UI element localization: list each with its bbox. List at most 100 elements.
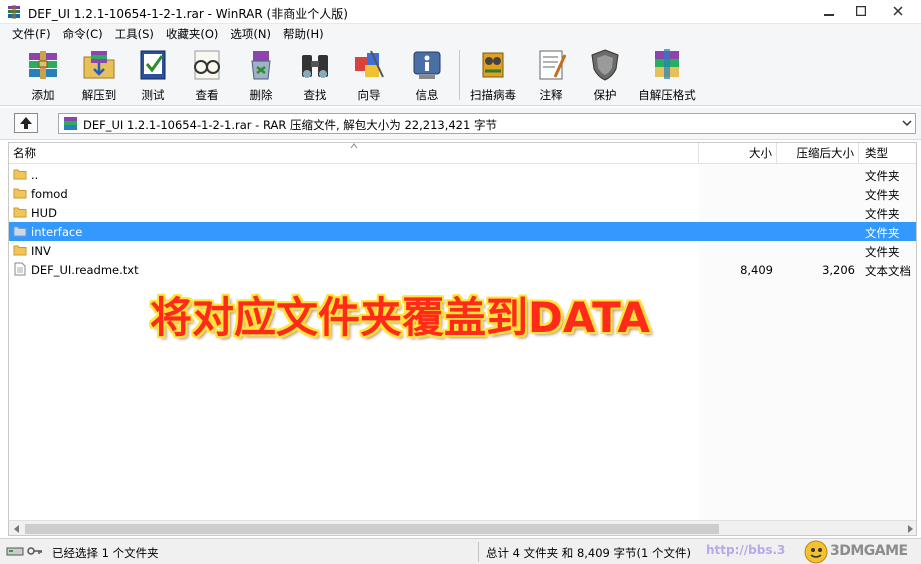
info-button[interactable]: 信息 bbox=[406, 47, 448, 103]
winrar-app-icon bbox=[8, 5, 20, 19]
close-icon bbox=[892, 6, 903, 16]
up-folder-button[interactable] bbox=[14, 113, 38, 133]
file-type: 文件夹 bbox=[865, 207, 900, 221]
path-field[interactable]: DEF_UI 1.2.1-10654-1-2-1.rar - RAR 压缩文件,… bbox=[58, 113, 916, 134]
minimize-button[interactable] bbox=[814, 0, 844, 22]
folder-icon bbox=[13, 245, 27, 256]
file-type: 文件夹 bbox=[865, 226, 900, 240]
table-row[interactable]: DEF_UI.readme.txt 8,409 3,206 文本文档 bbox=[9, 260, 916, 279]
table-row-selected[interactable]: interface 文件夹 bbox=[9, 222, 916, 241]
table-row[interactable]: INV 文件夹 bbox=[9, 241, 916, 260]
view-button[interactable]: 查看 bbox=[186, 47, 228, 103]
file-packed-size: 3,206 bbox=[822, 263, 855, 277]
maximize-button[interactable] bbox=[846, 0, 876, 22]
test-button[interactable]: 测试 bbox=[132, 47, 174, 103]
shield-protect-icon bbox=[591, 49, 619, 81]
key-icon bbox=[27, 547, 42, 555]
file-name: DEF_UI.readme.txt bbox=[31, 263, 139, 277]
close-button[interactable] bbox=[874, 0, 921, 22]
column-size-header[interactable]: 大小 bbox=[699, 143, 777, 164]
file-name: HUD bbox=[31, 206, 57, 220]
selection-status: 已经选择 1 个文件夹 bbox=[52, 546, 159, 560]
scroll-right-icon[interactable] bbox=[906, 525, 914, 533]
file-name: .. bbox=[31, 168, 39, 182]
folder-icon bbox=[13, 169, 27, 180]
menu-file[interactable]: 文件(F) bbox=[6, 25, 57, 43]
toolbar-separator bbox=[459, 50, 460, 100]
file-name: fomod bbox=[31, 187, 68, 201]
menu-help[interactable]: 帮助(H) bbox=[277, 25, 330, 43]
status-bar: 已经选择 1 个文件夹 总计 4 文件夹 和 8,409 字节(1 个文件) h… bbox=[0, 538, 921, 564]
table-row[interactable]: .. 文件夹 bbox=[9, 165, 916, 184]
menu-favorites[interactable]: 收藏夹(O) bbox=[160, 25, 225, 43]
virus-scan-label: 扫描病毒 bbox=[470, 88, 516, 102]
info-label: 信息 bbox=[415, 88, 439, 102]
folder-extract-icon bbox=[83, 51, 115, 79]
sort-up-icon bbox=[350, 143, 358, 149]
folder-icon bbox=[13, 207, 27, 218]
table-row[interactable]: HUD 文件夹 bbox=[9, 203, 916, 222]
menu-options[interactable]: 选项(N) bbox=[224, 25, 277, 43]
file-type: 文件夹 bbox=[865, 245, 900, 259]
info-icon bbox=[413, 51, 441, 79]
up-arrow-icon bbox=[20, 117, 32, 129]
protect-label: 保护 bbox=[593, 88, 617, 102]
horizontal-scrollbar[interactable] bbox=[9, 520, 916, 535]
text-file-icon bbox=[14, 262, 26, 276]
folder-icon bbox=[13, 226, 27, 237]
find-button[interactable]: 查找 bbox=[294, 47, 336, 103]
protect-button[interactable]: 保护 bbox=[584, 47, 626, 103]
delete-label: 删除 bbox=[249, 88, 273, 102]
path-text: DEF_UI 1.2.1-10654-1-2-1.rar - RAR 压缩文件,… bbox=[83, 118, 497, 132]
column-packed-header[interactable]: 压缩后大小 bbox=[777, 143, 859, 164]
archive-icon bbox=[64, 117, 77, 130]
list-header: 名称 大小 压缩后大小 类型 bbox=[9, 143, 916, 164]
test-check-icon bbox=[140, 50, 166, 80]
drive-icon bbox=[6, 547, 24, 556]
scroll-left-icon[interactable] bbox=[13, 525, 21, 533]
file-type: 文件夹 bbox=[865, 169, 900, 183]
file-type: 文件夹 bbox=[865, 188, 900, 202]
comment-label: 注释 bbox=[539, 88, 563, 102]
file-name: INV bbox=[31, 244, 51, 258]
view-label: 查看 bbox=[195, 88, 219, 102]
file-type: 文本文档 bbox=[865, 264, 911, 278]
overlay-caption: 将对应文件夹覆盖到DATA bbox=[150, 293, 651, 342]
comment-button[interactable]: 注释 bbox=[530, 47, 572, 103]
sfx-label: 自解压格式 bbox=[638, 88, 696, 102]
sfx-icon bbox=[655, 49, 679, 79]
title-bar: DEF_UI 1.2.1-10654-1-2-1.rar - WinRAR (非… bbox=[0, 0, 921, 24]
scrollbar-thumb[interactable] bbox=[25, 524, 719, 534]
find-label: 查找 bbox=[303, 88, 327, 102]
file-size: 8,409 bbox=[740, 263, 773, 277]
books-add-icon bbox=[29, 51, 57, 79]
extract-to-label: 解压到 bbox=[81, 88, 117, 102]
extract-to-button[interactable]: 解压到 bbox=[74, 47, 124, 103]
table-row[interactable]: fomod 文件夹 bbox=[9, 184, 916, 203]
watermark-logo-text: 3DMGAME bbox=[830, 543, 908, 559]
menu-commands[interactable]: 命令(C) bbox=[57, 25, 109, 43]
add-button[interactable]: 添加 bbox=[20, 47, 66, 103]
comment-icon bbox=[539, 50, 567, 80]
wizard-icon bbox=[355, 50, 384, 78]
virus-scan-icon bbox=[482, 52, 504, 78]
delete-button[interactable]: 删除 bbox=[240, 47, 282, 103]
address-bar: DEF_UI 1.2.1-10654-1-2-1.rar - RAR 压缩文件,… bbox=[0, 108, 921, 140]
add-label: 添加 bbox=[31, 88, 55, 102]
file-name: interface bbox=[31, 225, 83, 239]
chevron-down-icon[interactable] bbox=[902, 118, 912, 128]
total-status: 总计 4 文件夹 和 8,409 字节(1 个文件) bbox=[486, 546, 691, 560]
virus-scan-button[interactable]: 扫描病毒 bbox=[466, 47, 520, 103]
menu-tools[interactable]: 工具(S) bbox=[109, 25, 160, 43]
recycle-delete-icon bbox=[251, 51, 271, 80]
binoculars-find-icon bbox=[302, 55, 328, 78]
window-title: DEF_UI 1.2.1-10654-1-2-1.rar - WinRAR (非… bbox=[28, 7, 348, 21]
menu-bar: 文件(F) 命令(C) 工具(S) 收藏夹(O) 选项(N) 帮助(H) bbox=[0, 24, 921, 44]
column-type-header[interactable]: 类型 bbox=[859, 143, 916, 164]
sfx-button[interactable]: 自解压格式 bbox=[636, 47, 698, 103]
wizard-label: 向导 bbox=[357, 88, 381, 102]
status-divider bbox=[478, 542, 479, 562]
minimize-icon bbox=[824, 14, 834, 16]
test-label: 测试 bbox=[141, 88, 165, 102]
wizard-button[interactable]: 向导 bbox=[348, 47, 390, 103]
